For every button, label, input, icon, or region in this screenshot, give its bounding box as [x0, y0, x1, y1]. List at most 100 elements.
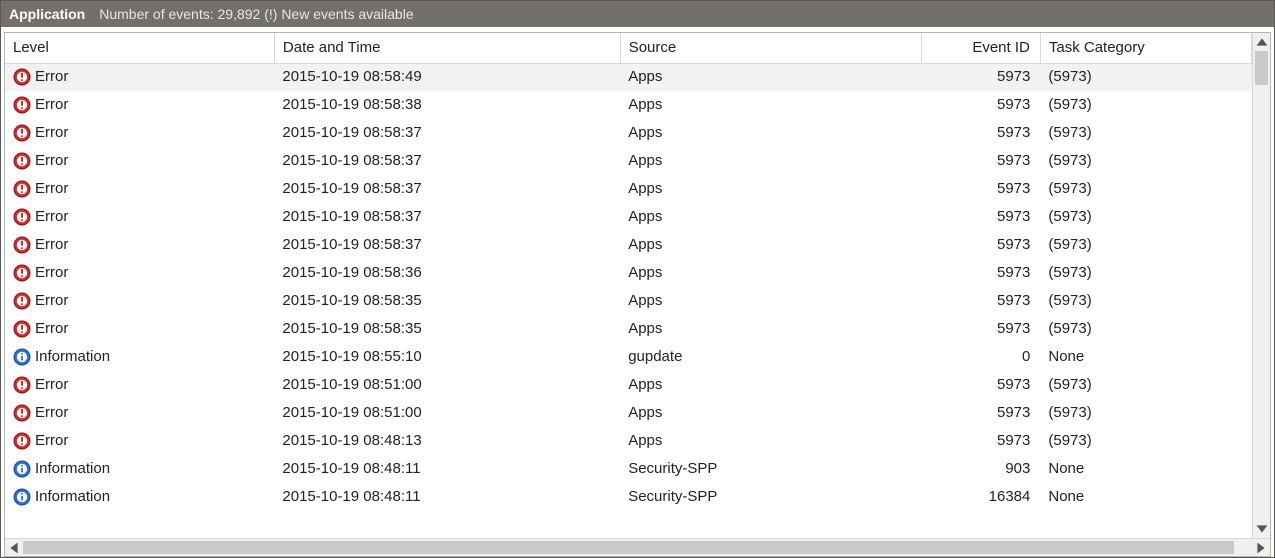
level-label: Error	[35, 96, 68, 113]
cell-event-id: 5973	[922, 399, 1041, 427]
table-row[interactable]: Error2015-10-19 08:58:37Apps5973(5973)	[5, 203, 1252, 231]
table-row[interactable]: Error2015-10-19 08:51:00Apps5973(5973)	[5, 399, 1252, 427]
scroll-up-arrow-icon[interactable]	[1253, 33, 1271, 51]
cell-event-id: 5973	[922, 175, 1041, 203]
cell-datetime: 2015-10-19 08:58:49	[274, 63, 620, 91]
table-row[interactable]: Error 2015-10-19 08:58:35Apps5973(5973)	[5, 315, 1252, 343]
scroll-left-arrow-icon[interactable]	[5, 539, 23, 557]
table-row[interactable]: Information2015-10-19 08:48:11Security-S…	[5, 455, 1252, 483]
scroll-right-arrow-icon[interactable]	[1252, 539, 1270, 557]
titlebar: Application Number of events: 29,892 (!)…	[1, 1, 1274, 27]
cell-datetime: 2015-10-19 08:58:37	[274, 147, 620, 175]
cell-source: Apps	[620, 371, 922, 399]
table-row[interactable]: Information2015-10-19 08:55:10gupdate0No…	[5, 343, 1252, 371]
error-icon	[13, 152, 31, 170]
error-icon	[13, 320, 31, 338]
grid-wrap: Level Date and Time Source Event ID Task…	[1, 27, 1274, 557]
table-row[interactable]: Error2015-10-19 08:58:37Apps5973(5973)	[5, 119, 1252, 147]
cell-event-id: 5973	[922, 63, 1041, 91]
level-label: Information	[35, 348, 110, 365]
cell-task-category: (5973)	[1040, 91, 1251, 119]
cell-level: Error	[5, 175, 274, 203]
cell-event-id: 5973	[922, 315, 1041, 343]
cell-source: Apps	[620, 287, 922, 315]
cell-event-id: 5973	[922, 147, 1041, 175]
cell-level: Information	[5, 455, 274, 483]
error-icon	[13, 236, 31, 254]
cell-task-category: None	[1040, 343, 1251, 371]
table-row[interactable]: Error2015-10-19 08:58:49Apps5973(5973)	[5, 63, 1252, 91]
column-header-level[interactable]: Level	[5, 33, 274, 63]
level-label: Information	[35, 488, 110, 505]
cell-event-id: 5973	[922, 259, 1041, 287]
cell-datetime: 2015-10-19 08:58:38	[274, 91, 620, 119]
horizontal-scrollbar[interactable]	[5, 538, 1270, 556]
cell-datetime: 2015-10-19 08:48:11	[274, 483, 620, 511]
level-label: Error	[35, 376, 68, 393]
level-label: Error	[35, 180, 68, 197]
table-row[interactable]: Error 2015-10-19 08:58:37Apps5973(5973)	[5, 147, 1252, 175]
cell-task-category: None	[1040, 483, 1251, 511]
table-row[interactable]: Error2015-10-19 08:58:38Apps5973(5973)	[5, 91, 1252, 119]
info-icon	[13, 460, 31, 478]
table-row[interactable]: Error2015-10-19 08:58:36Apps5973(5973)	[5, 259, 1252, 287]
error-icon	[13, 292, 31, 310]
level-label: Error	[35, 152, 68, 169]
error-icon	[13, 124, 31, 142]
cell-datetime: 2015-10-19 08:58:35	[274, 287, 620, 315]
cell-source: Apps	[620, 315, 922, 343]
cell-source: Apps	[620, 175, 922, 203]
table-row[interactable]: Error2015-10-19 08:51:00Apps5973(5973)	[5, 371, 1252, 399]
horizontal-scroll-track[interactable]	[23, 539, 1252, 556]
vertical-scroll-thumb[interactable]	[1255, 51, 1268, 85]
cell-level: Error	[5, 119, 274, 147]
error-icon	[13, 264, 31, 282]
cell-datetime: 2015-10-19 08:58:36	[274, 259, 620, 287]
event-table: Level Date and Time Source Event ID Task…	[5, 33, 1252, 511]
column-header-task-category[interactable]: Task Category	[1040, 33, 1251, 63]
cell-level: Error	[5, 427, 274, 455]
cell-source: Apps	[620, 119, 922, 147]
cell-level: Information	[5, 343, 274, 371]
cell-source: Apps	[620, 203, 922, 231]
cell-task-category: (5973)	[1040, 231, 1251, 259]
table-row[interactable]: Error2015-10-19 08:58:37Apps5973(5973)	[5, 231, 1252, 259]
column-header-datetime[interactable]: Date and Time	[274, 33, 620, 63]
scroll-down-arrow-icon[interactable]	[1253, 520, 1271, 538]
cell-event-id: 5973	[922, 119, 1041, 147]
level-label: Error	[35, 208, 68, 225]
column-header-source[interactable]: Source	[620, 33, 922, 63]
level-label: Error	[35, 432, 68, 449]
cell-datetime: 2015-10-19 08:58:37	[274, 175, 620, 203]
cell-task-category: (5973)	[1040, 175, 1251, 203]
table-row[interactable]: Error 2015-10-19 08:58:37Apps5973(5973)	[5, 175, 1252, 203]
cell-task-category: (5973)	[1040, 119, 1251, 147]
cell-task-category: (5973)	[1040, 147, 1251, 175]
cell-level: Error	[5, 371, 274, 399]
cell-datetime: 2015-10-19 08:51:00	[274, 371, 620, 399]
cell-task-category: (5973)	[1040, 63, 1251, 91]
vertical-scroll-track[interactable]	[1253, 51, 1270, 520]
table-row[interactable]: Error2015-10-19 08:48:13Apps5973(5973)	[5, 427, 1252, 455]
cell-source: Apps	[620, 91, 922, 119]
cell-datetime: 2015-10-19 08:58:37	[274, 203, 620, 231]
cell-datetime: 2015-10-19 08:48:13	[274, 427, 620, 455]
app-name: Application	[9, 6, 85, 22]
cell-datetime: 2015-10-19 08:58:35	[274, 315, 620, 343]
table-scroll: Level Date and Time Source Event ID Task…	[5, 33, 1252, 538]
cell-level: Information	[5, 483, 274, 511]
level-label: Error	[35, 264, 68, 281]
horizontal-scroll-thumb[interactable]	[23, 541, 1234, 554]
vertical-scrollbar[interactable]	[1252, 33, 1270, 538]
level-label: Error	[35, 320, 68, 337]
event-table-area: Level Date and Time Source Event ID Task…	[4, 32, 1271, 557]
cell-event-id: 5973	[922, 371, 1041, 399]
table-row[interactable]: Error2015-10-19 08:58:35Apps5973(5973)	[5, 287, 1252, 315]
cell-task-category: (5973)	[1040, 315, 1251, 343]
cell-event-id: 5973	[922, 231, 1041, 259]
cell-event-id: 5973	[922, 427, 1041, 455]
table-row[interactable]: Information2015-10-19 08:48:11Security-S…	[5, 483, 1252, 511]
column-header-event-id[interactable]: Event ID	[922, 33, 1041, 63]
cell-source: Apps	[620, 147, 922, 175]
cell-source: Apps	[620, 231, 922, 259]
